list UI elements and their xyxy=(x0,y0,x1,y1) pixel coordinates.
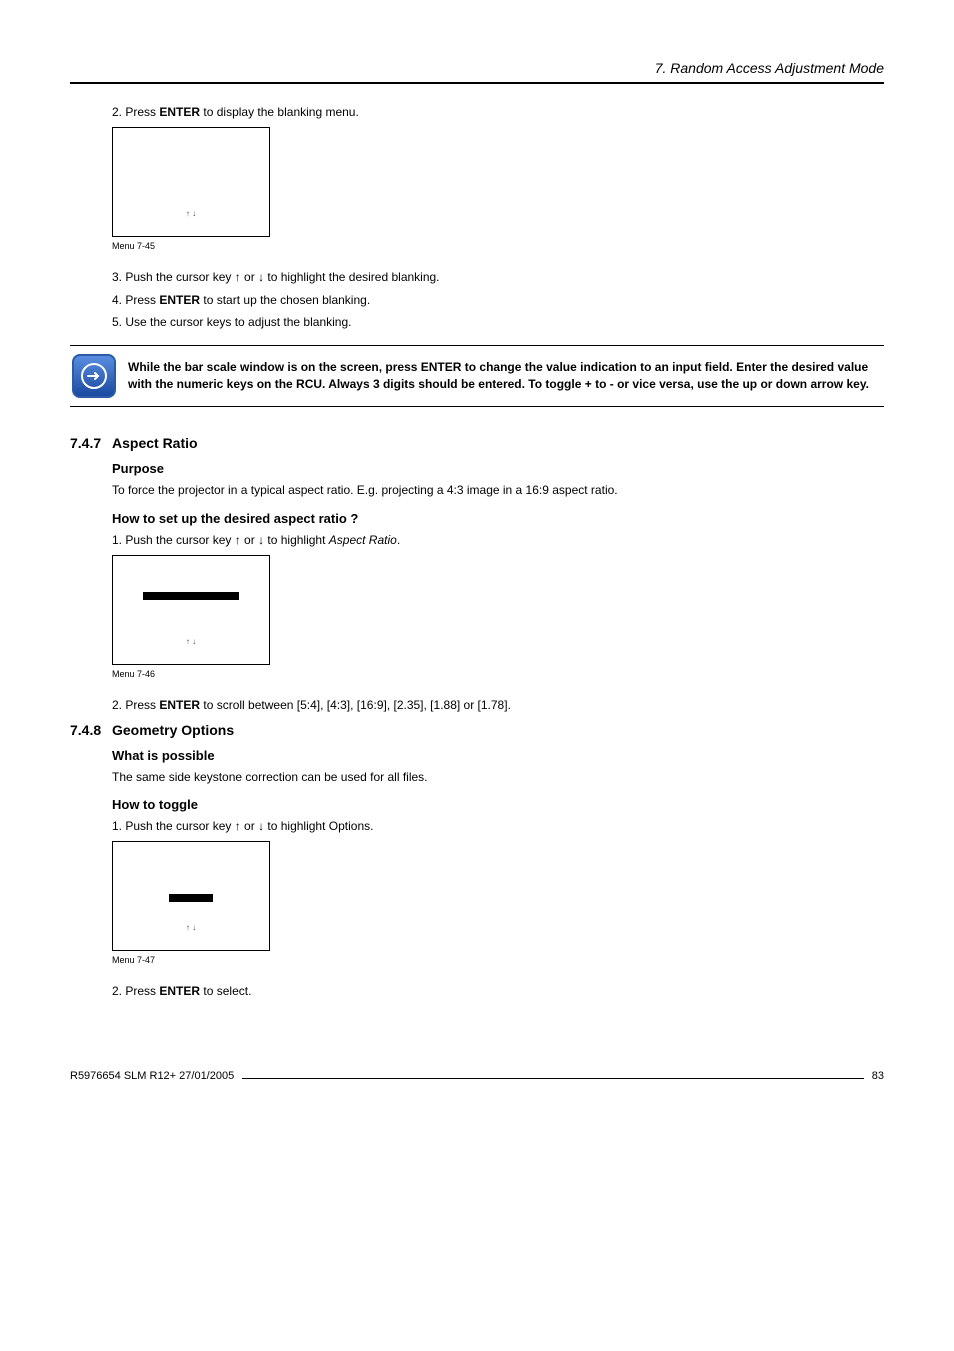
section-title: Aspect Ratio xyxy=(112,435,198,451)
step-2-options: 2. Press ENTER to select. xyxy=(112,983,884,1000)
step-1-aspect: 1. Push the cursor key ↑ or ↓ to highlig… xyxy=(112,532,884,549)
menu-caption-47: Menu 7-47 xyxy=(112,955,884,965)
section-747-body: Purpose To force the projector in a typi… xyxy=(112,461,884,713)
menu-arrows: ↑ ↓ xyxy=(113,209,269,218)
section-748-header: 7.4.8 Geometry Options xyxy=(70,722,884,738)
step-4: 4. Press ENTER to start up the chosen bl… xyxy=(112,292,884,309)
step-text: to start up the chosen blanking. xyxy=(200,293,370,307)
hand-point-icon xyxy=(72,354,116,398)
what-heading: What is possible xyxy=(112,748,884,763)
step-num: 4. xyxy=(112,293,122,307)
step-text: to scroll between [5:4], [4:3], [16:9], … xyxy=(200,698,511,712)
page-footer: R5976654 SLM R12+ 27/01/2005 83 xyxy=(70,1070,884,1082)
how-toggle-heading: How to toggle xyxy=(112,797,884,812)
note-block: While the bar scale window is on the scr… xyxy=(70,345,884,407)
section-number: 7.4.7 xyxy=(70,435,112,451)
step-text: 1. Push the cursor key ↑ or ↓ to highlig… xyxy=(112,533,329,547)
menu-box-options: ↑ ↓ xyxy=(112,841,270,951)
section-title: Geometry Options xyxy=(112,722,234,738)
menu-box-aspect: ↑ ↓ xyxy=(112,555,270,665)
step-text: Press xyxy=(125,698,159,712)
step-bold: ENTER xyxy=(159,105,200,119)
note-text: While the bar scale window is on the scr… xyxy=(128,359,882,393)
footer-page-number: 83 xyxy=(872,1070,884,1082)
step-text: Press xyxy=(125,984,159,998)
section-747-header: 7.4.7 Aspect Ratio xyxy=(70,435,884,451)
menu-highlight xyxy=(143,592,239,600)
purpose-heading: Purpose xyxy=(112,461,884,476)
step-1-options: 1. Push the cursor key ↑ or ↓ to highlig… xyxy=(112,818,884,835)
step-5: 5. Use the cursor keys to adjust the bla… xyxy=(112,314,884,331)
step-2: 2. Press ENTER to display the blanking m… xyxy=(112,104,884,121)
step-text: to select. xyxy=(200,984,251,998)
footer-left: R5976654 SLM R12+ 27/01/2005 xyxy=(70,1070,234,1082)
step-num: 2. xyxy=(112,698,122,712)
menu-arrows: ↑ ↓ xyxy=(113,637,269,646)
page-header: 7. Random Access Adjustment Mode xyxy=(70,60,884,84)
step-num: 2. xyxy=(112,984,122,998)
step-bold: ENTER xyxy=(159,698,200,712)
purpose-text: To force the projector in a typical aspe… xyxy=(112,482,884,499)
menu-highlight xyxy=(169,894,213,902)
step-text: to display the blanking menu. xyxy=(200,105,359,119)
menu-arrows: ↑ ↓ xyxy=(113,923,269,932)
step-italic: Aspect Ratio xyxy=(329,533,397,547)
footer-rule xyxy=(242,1078,864,1079)
step-text: Press xyxy=(125,293,159,307)
step-num: 2. xyxy=(112,105,122,119)
menu-caption-45: Menu 7-45 xyxy=(112,241,884,251)
menu-caption-46: Menu 7-46 xyxy=(112,669,884,679)
step-text: Press xyxy=(125,105,159,119)
header-rule xyxy=(70,82,884,84)
step-bold: ENTER xyxy=(159,293,200,307)
how-heading: How to set up the desired aspect ratio ? xyxy=(112,511,884,526)
block-blanking-steps: 2. Press ENTER to display the blanking m… xyxy=(112,104,884,331)
section-number: 7.4.8 xyxy=(70,722,112,738)
section-748-body: What is possible The same side keystone … xyxy=(112,748,884,1000)
step-2-aspect: 2. Press ENTER to scroll between [5:4], … xyxy=(112,697,884,714)
menu-box-blanking: ↑ ↓ xyxy=(112,127,270,237)
step-3: 3. Push the cursor key ↑ or ↓ to highlig… xyxy=(112,269,884,286)
what-text: The same side keystone correction can be… xyxy=(112,769,884,786)
chapter-title: 7. Random Access Adjustment Mode xyxy=(70,60,884,82)
step-bold: ENTER xyxy=(159,984,200,998)
step-text: . xyxy=(397,533,400,547)
